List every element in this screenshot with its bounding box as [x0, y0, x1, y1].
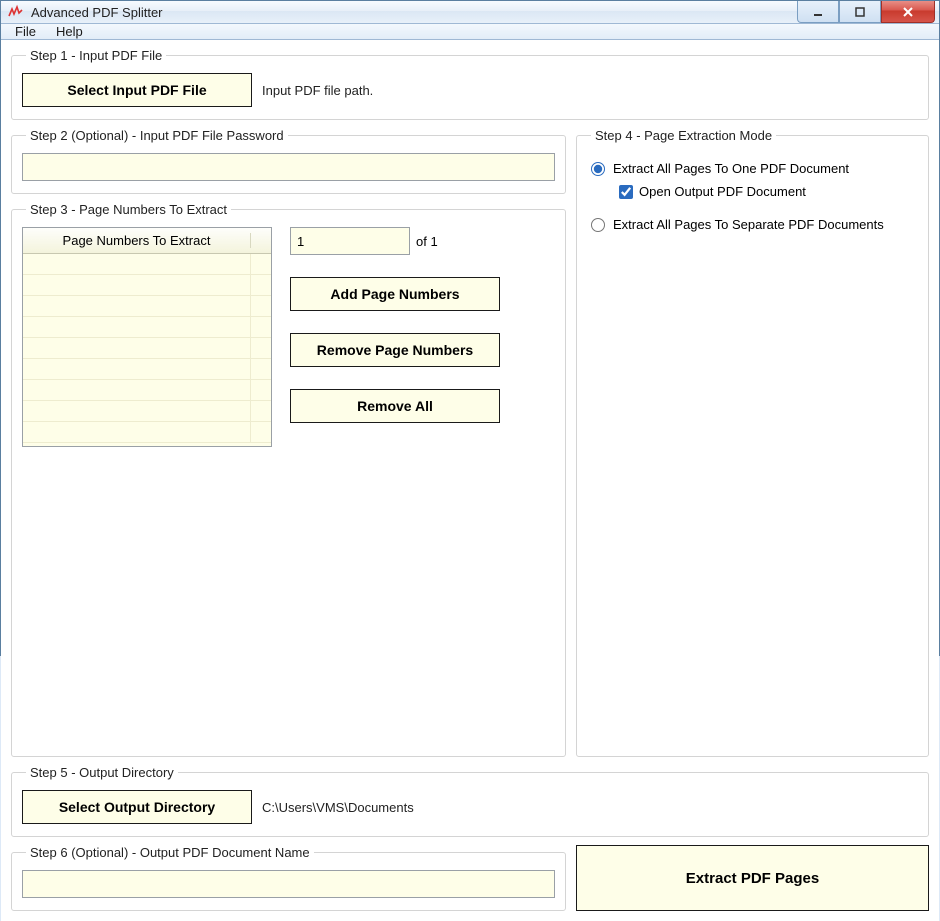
- extract-pdf-pages-button[interactable]: Extract PDF Pages: [576, 845, 929, 911]
- content-area: Step 1 - Input PDF File Select Input PDF…: [1, 40, 939, 921]
- list-item: [23, 422, 271, 443]
- close-button[interactable]: [881, 1, 935, 23]
- open-output-label: Open Output PDF Document: [639, 184, 806, 199]
- window-controls: [797, 1, 939, 23]
- listbox-rows: [23, 254, 271, 446]
- maximize-button[interactable]: [839, 1, 881, 23]
- list-item: [23, 359, 271, 380]
- remove-all-button[interactable]: Remove All: [290, 389, 500, 423]
- output-directory-path-label: C:\Users\VMS\Documents: [262, 800, 414, 815]
- list-item: [23, 401, 271, 422]
- extract-one-label: Extract All Pages To One PDF Document: [613, 161, 849, 176]
- select-input-pdf-button[interactable]: Select Input PDF File: [22, 73, 252, 107]
- listbox-col-header: Page Numbers To Extract: [23, 233, 251, 248]
- pdf-password-input[interactable]: [22, 153, 555, 181]
- step2-legend: Step 2 (Optional) - Input PDF File Passw…: [26, 128, 288, 143]
- step2-group: Step 2 (Optional) - Input PDF File Passw…: [11, 128, 566, 194]
- list-item: [23, 296, 271, 317]
- page-number-input[interactable]: [290, 227, 410, 255]
- window-title: Advanced PDF Splitter: [31, 5, 163, 20]
- step1-group: Step 1 - Input PDF File Select Input PDF…: [11, 48, 929, 120]
- add-page-numbers-button[interactable]: Add Page Numbers: [290, 277, 500, 311]
- titlebar: Advanced PDF Splitter: [1, 1, 939, 24]
- remove-page-numbers-button[interactable]: Remove Page Numbers: [290, 333, 500, 367]
- extract-one-radio[interactable]: [591, 162, 605, 176]
- select-output-directory-button[interactable]: Select Output Directory: [22, 790, 252, 824]
- menu-help[interactable]: Help: [46, 24, 93, 39]
- page-numbers-listbox[interactable]: Page Numbers To Extract: [22, 227, 272, 447]
- menu-file[interactable]: File: [5, 24, 46, 39]
- open-output-checkbox[interactable]: [619, 185, 633, 199]
- listbox-header: Page Numbers To Extract: [23, 228, 271, 254]
- menubar: File Help: [1, 24, 939, 40]
- step3-legend: Step 3 - Page Numbers To Extract: [26, 202, 231, 217]
- step5-group: Step 5 - Output Directory Select Output …: [11, 765, 929, 837]
- extract-separate-label: Extract All Pages To Separate PDF Docume…: [613, 217, 884, 232]
- app-window: Advanced PDF Splitter File Help Step 1 -…: [0, 0, 940, 656]
- minimize-button[interactable]: [797, 1, 839, 23]
- input-pdf-path-label: Input PDF file path.: [262, 83, 373, 98]
- step6-group: Step 6 (Optional) - Output PDF Document …: [11, 845, 566, 911]
- step4-group: Step 4 - Page Extraction Mode Extract Al…: [576, 128, 929, 757]
- step5-legend: Step 5 - Output Directory: [26, 765, 178, 780]
- step4-legend: Step 4 - Page Extraction Mode: [591, 128, 776, 143]
- page-of-label: of 1: [416, 234, 438, 249]
- step1-legend: Step 1 - Input PDF File: [26, 48, 166, 63]
- app-icon: [7, 3, 25, 21]
- step3-group: Step 3 - Page Numbers To Extract Page Nu…: [11, 202, 566, 757]
- list-item: [23, 338, 271, 359]
- list-item: [23, 380, 271, 401]
- list-item: [23, 254, 271, 275]
- extract-separate-radio[interactable]: [591, 218, 605, 232]
- list-item: [23, 275, 271, 296]
- list-item: [23, 317, 271, 338]
- step6-legend: Step 6 (Optional) - Output PDF Document …: [26, 845, 314, 860]
- output-document-name-input[interactable]: [22, 870, 555, 898]
